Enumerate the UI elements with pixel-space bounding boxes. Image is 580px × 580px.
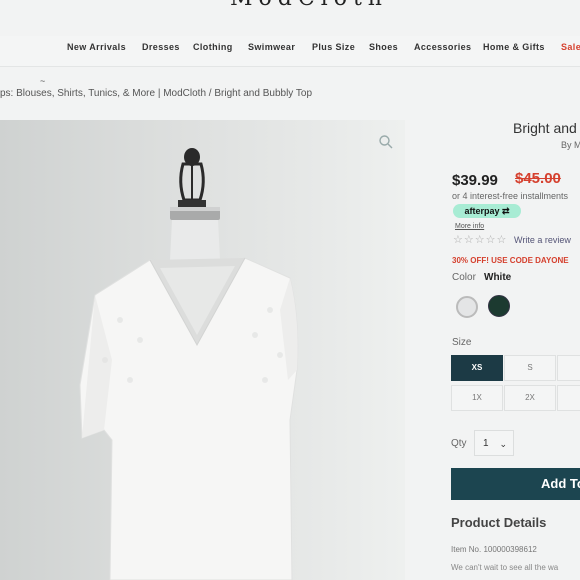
promo-banner: 30% OFF! USE CODE DAYONE bbox=[452, 256, 569, 265]
nav-shoes[interactable]: Shoes bbox=[369, 42, 398, 52]
qty-label: Qty bbox=[451, 438, 467, 449]
breadcrumb-text[interactable]: ps: Blouses, Shirts, Tunics, & More | Mo… bbox=[0, 88, 312, 99]
add-to-bag-button[interactable]: Add To bbox=[451, 468, 580, 500]
product-details-heading[interactable]: Product Details bbox=[451, 515, 546, 530]
color-value: White bbox=[484, 272, 512, 283]
nav-swimwear[interactable]: Swimwear bbox=[248, 42, 295, 52]
nav-new-arrivals[interactable]: New Arrivals bbox=[67, 42, 126, 52]
nav-divider bbox=[0, 66, 580, 67]
brand-byline[interactable]: By M bbox=[561, 140, 580, 150]
chevron-down-icon: ⌄ bbox=[499, 439, 507, 449]
sale-price: $39.99 bbox=[452, 172, 498, 189]
nav-sale[interactable]: Sale bbox=[561, 42, 580, 52]
size-option-2x[interactable]: 2X bbox=[504, 385, 556, 411]
breadcrumb[interactable]: ~ ps: Blouses, Shirts, Tunics, & More | … bbox=[0, 76, 312, 99]
product-image[interactable] bbox=[0, 120, 405, 580]
site-logo-text: ModCloth bbox=[230, 0, 388, 11]
nav-accessories[interactable]: Accessories bbox=[414, 42, 471, 52]
add-to-bag-label: Add To bbox=[541, 476, 580, 491]
size-option-xs[interactable]: XS bbox=[451, 355, 503, 381]
nav-plus-size[interactable]: Plus Size bbox=[312, 42, 355, 52]
rating-stars[interactable]: ☆☆☆☆☆ bbox=[453, 233, 507, 246]
mannequin-neck bbox=[170, 220, 220, 260]
size-label: Size bbox=[452, 337, 472, 348]
size-option-s[interactable]: S bbox=[504, 355, 556, 381]
original-price: $45.00 bbox=[515, 170, 561, 187]
color-label: Color bbox=[452, 272, 476, 283]
main-nav: New Arrivals Dresses Clothing Swimwear P… bbox=[0, 36, 580, 66]
mannequin-finial bbox=[170, 148, 220, 220]
color-swatch-white[interactable] bbox=[456, 296, 478, 318]
zoom-icon[interactable] bbox=[378, 134, 394, 155]
more-info-link[interactable]: More info bbox=[455, 223, 484, 230]
site-logo[interactable]: ModCloth bbox=[230, 0, 382, 11]
afterpay-arrows-icon: ⇄ bbox=[501, 206, 510, 216]
quantity-value: 1 bbox=[483, 438, 489, 449]
nav-clothing[interactable]: Clothing bbox=[193, 42, 233, 52]
quantity-select[interactable]: 1 ⌄ bbox=[474, 430, 514, 456]
product-title: Bright and bbox=[513, 120, 577, 136]
size-option-3x[interactable] bbox=[557, 385, 580, 411]
product-description: We can't wait to see all the wa bbox=[451, 563, 559, 572]
nav-dresses[interactable]: Dresses bbox=[142, 42, 180, 52]
size-option-m[interactable] bbox=[557, 355, 580, 381]
color-swatch-dark-green[interactable] bbox=[488, 295, 510, 317]
write-review-link[interactable]: Write a review bbox=[514, 235, 571, 245]
item-number: Item No. 100000398612 bbox=[451, 545, 537, 554]
afterpay-badge[interactable]: afterpay ⇄ bbox=[453, 204, 521, 218]
cursor-mark: ~ bbox=[40, 76, 46, 86]
size-option-1x[interactable]: 1X bbox=[451, 385, 503, 411]
afterpay-label: afterpay bbox=[464, 206, 500, 216]
nav-home-gifts[interactable]: Home & Gifts bbox=[483, 42, 545, 52]
installments-text: or 4 interest-free installments bbox=[452, 191, 569, 201]
mannequin-top-illustration bbox=[79, 148, 299, 580]
